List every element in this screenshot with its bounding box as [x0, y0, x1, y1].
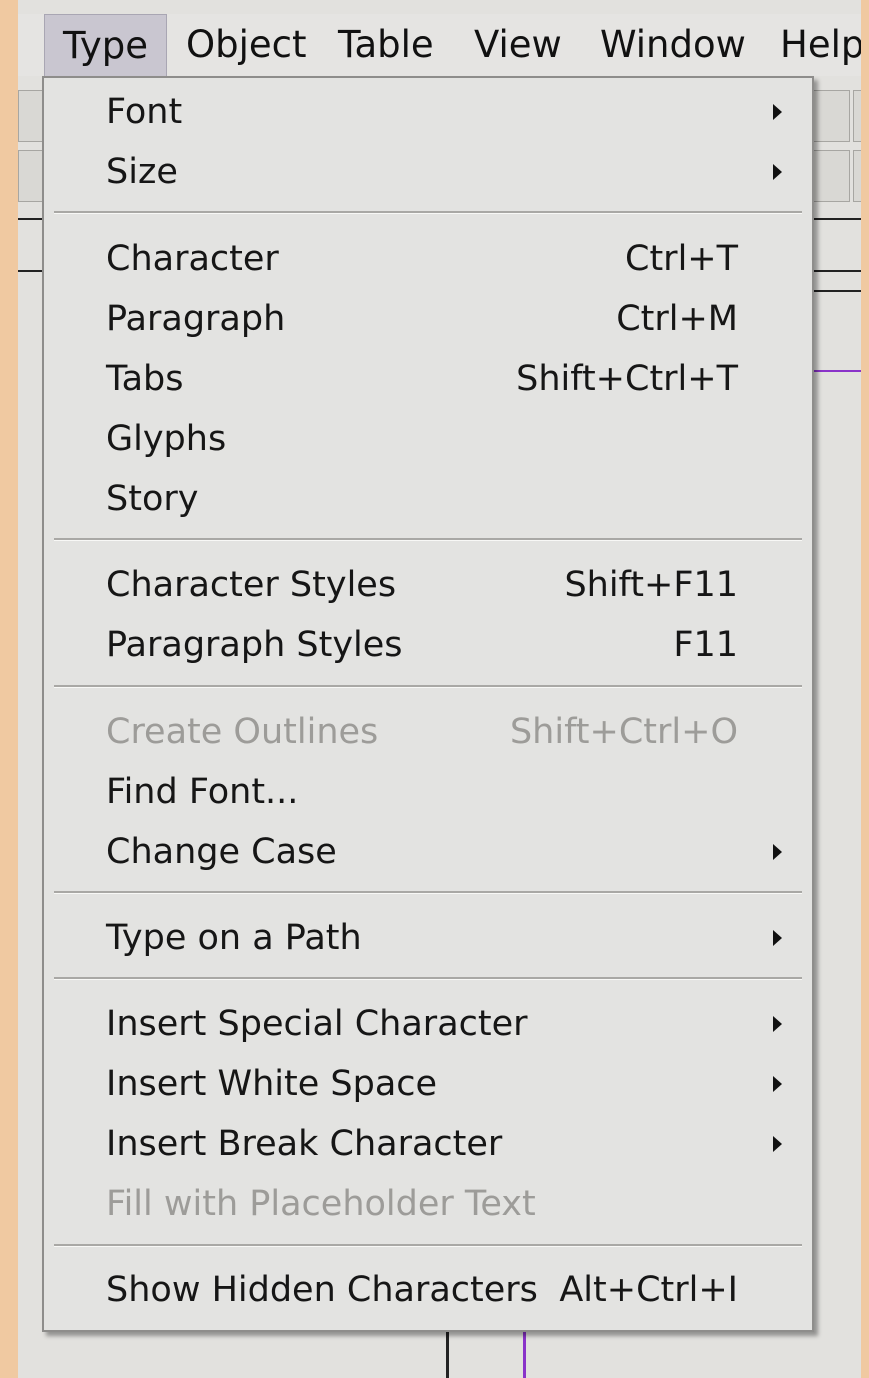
menu-item-label: Type on a Path	[106, 918, 362, 958]
menu-item-shortcut: F11	[673, 625, 738, 665]
menu-item-label: Character	[106, 239, 279, 279]
menu-item-shortcut: Ctrl+T	[625, 239, 738, 279]
submenu-arrow-icon	[773, 1136, 782, 1152]
menu-item-label: Tabs	[106, 359, 184, 399]
toolbar-control[interactable]	[808, 150, 850, 202]
menu-item-label: Glyphs	[106, 419, 227, 459]
menu-item-find-font[interactable]: Find Font...	[44, 762, 812, 822]
menu-item-insert-special-character[interactable]: Insert Special Character	[44, 994, 812, 1054]
menu-item-paragraph-styles[interactable]: Paragraph Styles F11	[44, 615, 812, 675]
guide-line	[808, 370, 861, 372]
toolbar-control[interactable]	[808, 90, 850, 142]
menu-item-insert-white-space[interactable]: Insert White Space	[44, 1054, 812, 1114]
menu-item-show-hidden-characters[interactable]: Show Hidden Characters Alt+Ctrl+I	[44, 1260, 812, 1320]
menu-item-type-on-a-path[interactable]: Type on a Path	[44, 908, 812, 968]
menu-separator	[54, 211, 802, 214]
menu-separator	[54, 891, 802, 894]
menu-item-label: Insert Break Character	[106, 1124, 503, 1164]
menu-separator	[54, 685, 802, 688]
menu-item-label: Paragraph	[106, 299, 286, 339]
submenu-arrow-icon	[773, 164, 782, 180]
menu-item-label: Show Hidden Characters	[106, 1270, 538, 1310]
menu-item-size[interactable]: Size	[44, 142, 812, 202]
menu-item-shortcut: Shift+F11	[564, 565, 738, 605]
menu-item-paragraph[interactable]: Paragraph Ctrl+M	[44, 289, 812, 349]
menu-item-label: Font	[106, 92, 183, 132]
menu-item-label: Create Outlines	[106, 712, 379, 752]
menu-item-label: Fill with Placeholder Text	[106, 1184, 536, 1224]
menu-item-shortcut: Shift+Ctrl+T	[516, 359, 738, 399]
menu-item-shortcut: Shift+Ctrl+O	[509, 712, 738, 752]
menu-separator	[54, 538, 802, 541]
submenu-arrow-icon	[773, 930, 782, 946]
menu-separator	[54, 1244, 802, 1247]
menu-item-character-styles[interactable]: Character Styles Shift+F11	[44, 555, 812, 615]
type-menu-dropdown: Font Size Character Ctrl+T Paragraph Ctr…	[42, 76, 814, 1332]
menu-separator	[54, 977, 802, 980]
menu-item-change-case[interactable]: Change Case	[44, 822, 812, 882]
submenu-arrow-icon	[773, 104, 782, 120]
toolbar-control[interactable]	[853, 150, 861, 202]
frame-edge	[446, 1328, 449, 1378]
submenu-arrow-icon	[773, 1076, 782, 1092]
menubar-item-window[interactable]: Window	[582, 14, 764, 76]
ruler-edge	[808, 290, 861, 292]
menubar: Type Object Table View Window Help	[18, 14, 861, 78]
menu-item-create-outlines: Create Outlines Shift+Ctrl+O	[44, 702, 812, 762]
menu-item-character[interactable]: Character Ctrl+T	[44, 229, 812, 289]
menu-item-label: Insert Special Character	[106, 1004, 528, 1044]
menu-item-label: Change Case	[106, 832, 337, 872]
submenu-arrow-icon	[773, 1016, 782, 1032]
menu-item-insert-break-character[interactable]: Insert Break Character	[44, 1114, 812, 1174]
menu-item-fill-with-placeholder-text: Fill with Placeholder Text	[44, 1174, 812, 1234]
menu-item-shortcut: Alt+Ctrl+I	[559, 1270, 738, 1310]
menu-item-label: Find Font...	[106, 772, 299, 812]
menu-item-label: Size	[106, 152, 178, 192]
menubar-item-object[interactable]: Object	[168, 14, 325, 76]
menubar-item-view[interactable]: View	[456, 14, 580, 76]
menubar-item-help[interactable]: Help	[762, 14, 861, 76]
menu-item-label: Insert White Space	[106, 1064, 438, 1104]
menu-item-glyphs[interactable]: Glyphs	[44, 409, 812, 469]
menu-item-story[interactable]: Story	[44, 469, 812, 529]
menu-item-tabs[interactable]: Tabs Shift+Ctrl+T	[44, 349, 812, 409]
menu-item-label: Story	[106, 479, 199, 519]
menubar-item-type[interactable]: Type	[44, 14, 167, 78]
menu-item-shortcut: Ctrl+M	[616, 299, 738, 339]
toolbar-control[interactable]	[853, 90, 861, 142]
menu-item-label: Character Styles	[106, 565, 397, 605]
menu-item-font[interactable]: Font	[44, 82, 812, 142]
menubar-item-table[interactable]: Table	[320, 14, 452, 76]
menu-item-label: Paragraph Styles	[106, 625, 403, 665]
guide-line	[523, 1328, 526, 1378]
submenu-arrow-icon	[773, 844, 782, 860]
